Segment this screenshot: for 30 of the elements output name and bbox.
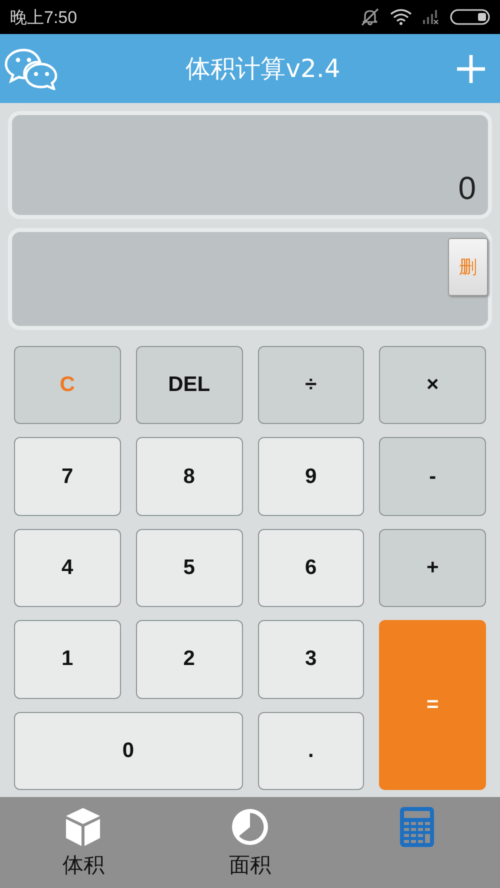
pie-chart-icon bbox=[230, 807, 270, 847]
calculator-key[interactable]: DEL bbox=[136, 346, 242, 424]
chat-icon[interactable] bbox=[4, 48, 58, 90]
calculator-key[interactable]: 1 bbox=[14, 620, 121, 699]
calculator-key[interactable]: 0 bbox=[14, 712, 242, 790]
calculator-key[interactable]: 4 bbox=[14, 528, 121, 608]
wifi-icon bbox=[390, 9, 412, 25]
app-title: 体积计算v2.4 bbox=[184, 53, 342, 85]
calculator-key[interactable]: ÷ bbox=[258, 346, 364, 424]
status-time: 晚上7:50 bbox=[10, 6, 78, 28]
cube-icon bbox=[65, 807, 102, 847]
calculator-key[interactable]: 5 bbox=[136, 528, 242, 608]
add-icon[interactable] bbox=[456, 54, 486, 84]
calculator-key[interactable]: 6 bbox=[258, 528, 364, 608]
calculator-key[interactable]: × bbox=[379, 346, 486, 424]
battery-icon bbox=[450, 9, 490, 25]
calculator-key[interactable]: . bbox=[258, 712, 364, 790]
tab[interactable]: 面积 bbox=[166, 797, 334, 888]
tab[interactable]: 体积 bbox=[0, 797, 167, 888]
calculator-key[interactable]: - bbox=[379, 437, 486, 516]
result-value: 0 bbox=[458, 170, 476, 207]
signal-icon bbox=[422, 9, 440, 25]
mute-icon bbox=[360, 8, 380, 26]
calculator-key[interactable]: 2 bbox=[136, 620, 242, 699]
calculator-key[interactable]: 3 bbox=[258, 620, 364, 699]
calculator-icon bbox=[400, 807, 434, 847]
calculator-key[interactable]: 9 bbox=[258, 437, 364, 516]
calculator-key[interactable]: 8 bbox=[136, 437, 242, 516]
calculator-key[interactable]: 7 bbox=[14, 437, 121, 516]
calculator-key[interactable]: + bbox=[379, 528, 486, 608]
